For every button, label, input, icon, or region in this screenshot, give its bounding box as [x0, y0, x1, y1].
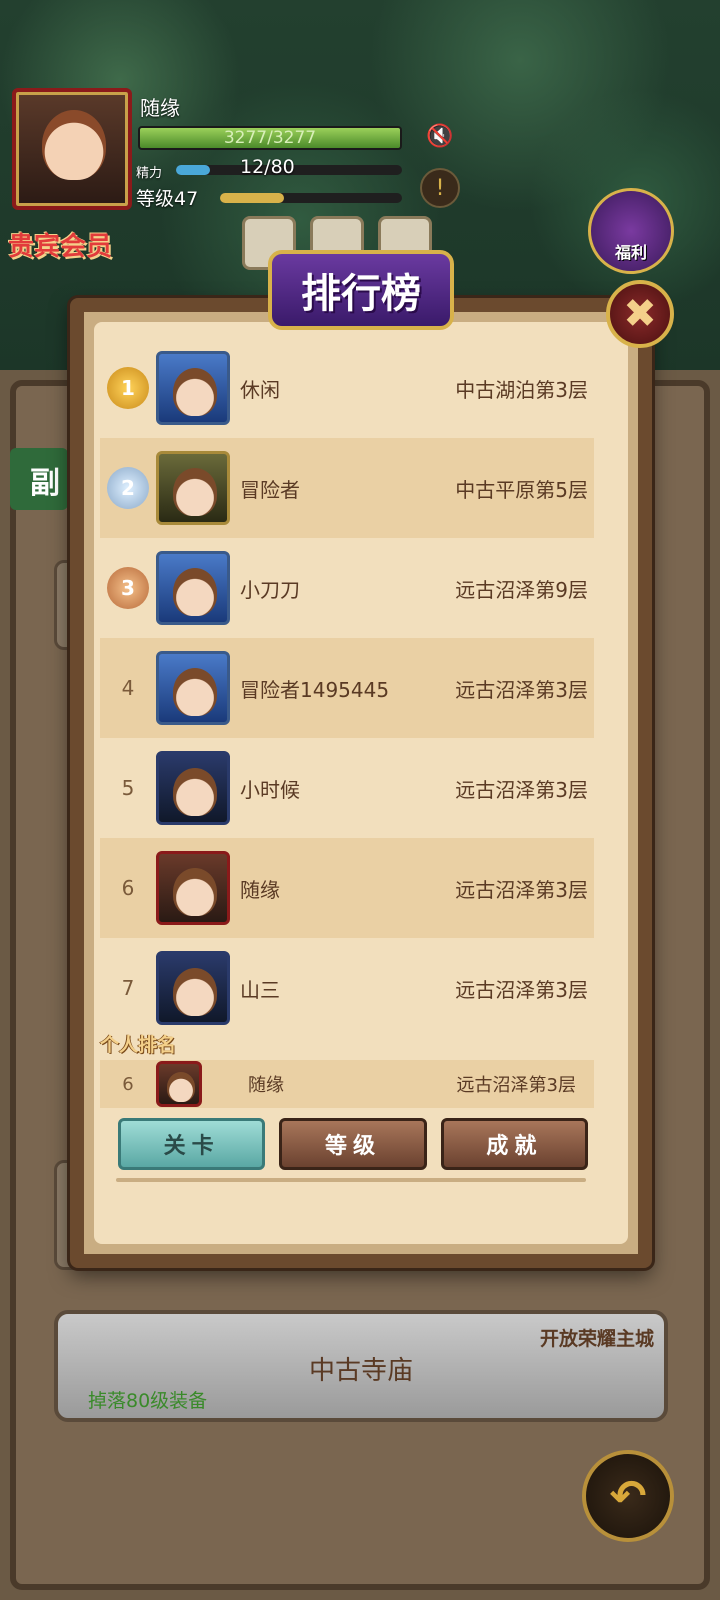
player-portrait: [156, 951, 230, 1025]
personal-rank-title: 个人排名: [100, 1034, 177, 1056]
stamina-text: 12/80: [240, 156, 295, 178]
dungeon-side-tab[interactable]: 副: [10, 448, 68, 510]
bronze-medal-icon: 3: [107, 567, 149, 609]
rank-player-name: 小刀刀: [240, 577, 300, 602]
rank-stage: 远古沼泽第3层: [455, 677, 588, 702]
rank-number: 4: [121, 676, 135, 700]
rank-badge: 3: [100, 567, 156, 609]
stage-card[interactable]: 开放荣耀主城 中古寺庙 掉落80级装备: [54, 1310, 668, 1422]
personal-rank-row: 6 随缘 远古沼泽第3层: [100, 1060, 594, 1108]
back-button[interactable]: ↶: [582, 1450, 674, 1542]
rank-stage: 远古沼泽第3层: [455, 977, 588, 1002]
player-portrait: [156, 651, 230, 725]
rank-row[interactable]: 7 山三 远古沼泽第3层: [100, 938, 594, 1038]
silver-medal-icon: 2: [107, 467, 149, 509]
player-portrait: [156, 351, 230, 425]
stage-name: 中古寺庙: [308, 1356, 413, 1386]
rank-stage: 远古沼泽第9层: [455, 577, 588, 602]
rank-list: 1 休闲 中古湖泊第3层 2 冒险者 中古平原第5层 3 小刀刀 远古沼泽第9层…: [100, 338, 594, 1038]
rank-row[interactable]: 1 休闲 中古湖泊第3层: [100, 338, 594, 438]
rank-stage: 中古湖泊第3层: [455, 377, 588, 402]
rank-badge: 2: [100, 467, 156, 509]
close-icon: ✖: [623, 291, 657, 337]
player-name: 随缘: [140, 96, 180, 120]
rank-stage: 远古沼泽第3层: [455, 877, 588, 902]
vip-label[interactable]: 贵宾会员: [8, 226, 112, 263]
stamina-label: 精力: [136, 166, 163, 181]
level-bar-fill: [220, 193, 284, 203]
rank-player-name: 休闲: [240, 377, 280, 402]
level-bar: [220, 193, 402, 203]
player-portrait: [156, 551, 230, 625]
rank-badge: 1: [100, 367, 156, 409]
level-label: 等级47: [136, 188, 199, 210]
welfare-chest-button[interactable]: 福利: [588, 188, 674, 274]
tab-achievement[interactable]: 成就: [440, 1118, 588, 1170]
rank-row[interactable]: 4 冒险者1495445 远古沼泽第3层: [100, 638, 594, 738]
avatar-face: [42, 110, 106, 180]
welfare-label: 福利: [614, 243, 647, 262]
close-button[interactable]: ✖: [606, 280, 674, 348]
rank-stage: 中古平原第5层: [455, 477, 588, 502]
personal-portrait: [156, 1061, 202, 1107]
divider: [116, 1178, 586, 1182]
alert-icon[interactable]: !: [420, 168, 460, 208]
rank-player-name: 冒险者1495445: [240, 677, 390, 702]
player-portrait: [156, 451, 230, 525]
player-avatar[interactable]: [12, 88, 132, 210]
rank-player-name: 冒险者: [240, 477, 300, 502]
tab-stage[interactable]: 关卡: [118, 1118, 266, 1170]
rank-row[interactable]: 5 小时候 远古沼泽第3层: [100, 738, 594, 838]
rank-row[interactable]: 3 小刀刀 远古沼泽第9层: [100, 538, 594, 638]
tab-level[interactable]: 等级: [279, 1118, 427, 1170]
rank-number: 7: [121, 976, 135, 1000]
gold-medal-icon: 1: [107, 367, 149, 409]
return-arrow-icon: ↶: [609, 1470, 647, 1522]
player-portrait: [156, 751, 230, 825]
rank-number: 5: [121, 776, 135, 800]
rank-number: 6: [121, 876, 135, 900]
rank-player-name: 随缘: [240, 877, 280, 902]
personal-rank-number: 6: [122, 1073, 134, 1095]
rank-row[interactable]: 6 随缘 远古沼泽第3层: [100, 838, 594, 938]
personal-stage: 远古沼泽第3层: [456, 1075, 576, 1096]
personal-player-name: 随缘: [248, 1075, 284, 1096]
dungeon-side-tab-label: 副: [30, 466, 60, 501]
rank-player-name: 小时候: [240, 777, 300, 802]
hp-bar: 3277/3277: [138, 126, 402, 150]
mute-sound-icon[interactable]: 🔇: [420, 116, 460, 156]
stage-unlock-text: 开放荣耀主城: [539, 1328, 654, 1350]
stage-drop-text: 掉落80级装备: [88, 1390, 208, 1412]
rank-stage: 远古沼泽第3层: [455, 777, 588, 802]
rank-row[interactable]: 2 冒险者 中古平原第5层: [100, 438, 594, 538]
ranking-tabs: 关卡 等级 成就: [118, 1118, 588, 1170]
stamina-bar-fill: [176, 165, 210, 175]
player-portrait: [156, 851, 230, 925]
rank-player-name: 山三: [240, 977, 280, 1002]
modal-title: 排行榜: [268, 250, 454, 330]
hp-text: 3277/3277: [223, 128, 317, 148]
